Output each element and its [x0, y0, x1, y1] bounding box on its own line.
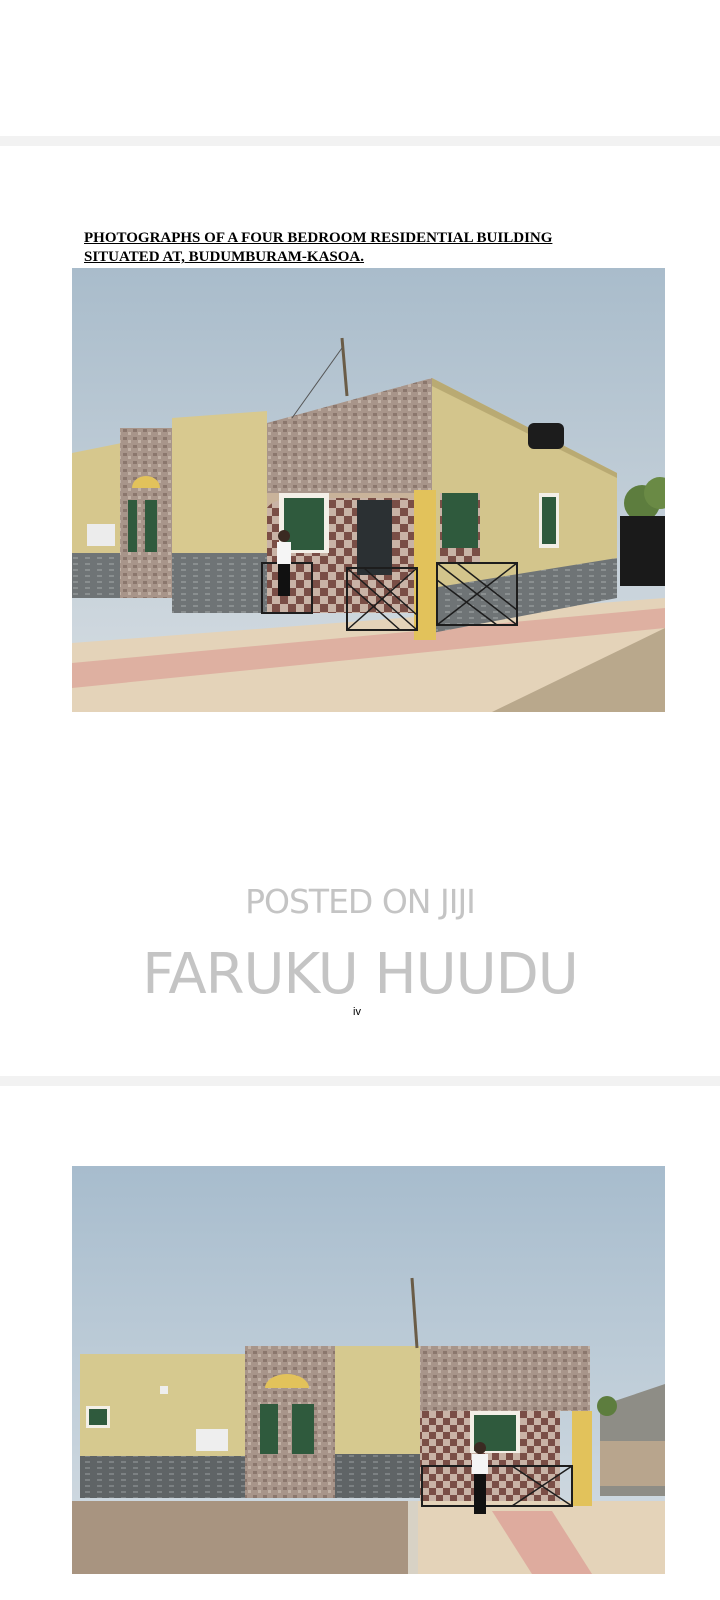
page-number: iv — [353, 1006, 361, 1018]
building-photo-side — [72, 1166, 665, 1574]
heading-line-2: SITUATED AT, BUDUMBURAM-KASOA. — [84, 249, 365, 265]
next-page — [0, 1086, 720, 1600]
page-heading: PHOTOGRAPHS OF A FOUR BEDROOM RESIDENTIA… — [84, 229, 644, 267]
watermark-author: FARUKU HUUDU — [142, 942, 578, 1007]
previous-page-bottom — [0, 0, 720, 136]
watermark-posted-on: POSTED ON JIJI — [245, 882, 476, 921]
building-photo-front — [72, 268, 665, 712]
heading-line-1: PHOTOGRAPHS OF A FOUR BEDROOM RESIDENTIA… — [84, 230, 553, 246]
document-page: PHOTOGRAPHS OF A FOUR BEDROOM RESIDENTIA… — [0, 146, 720, 1076]
